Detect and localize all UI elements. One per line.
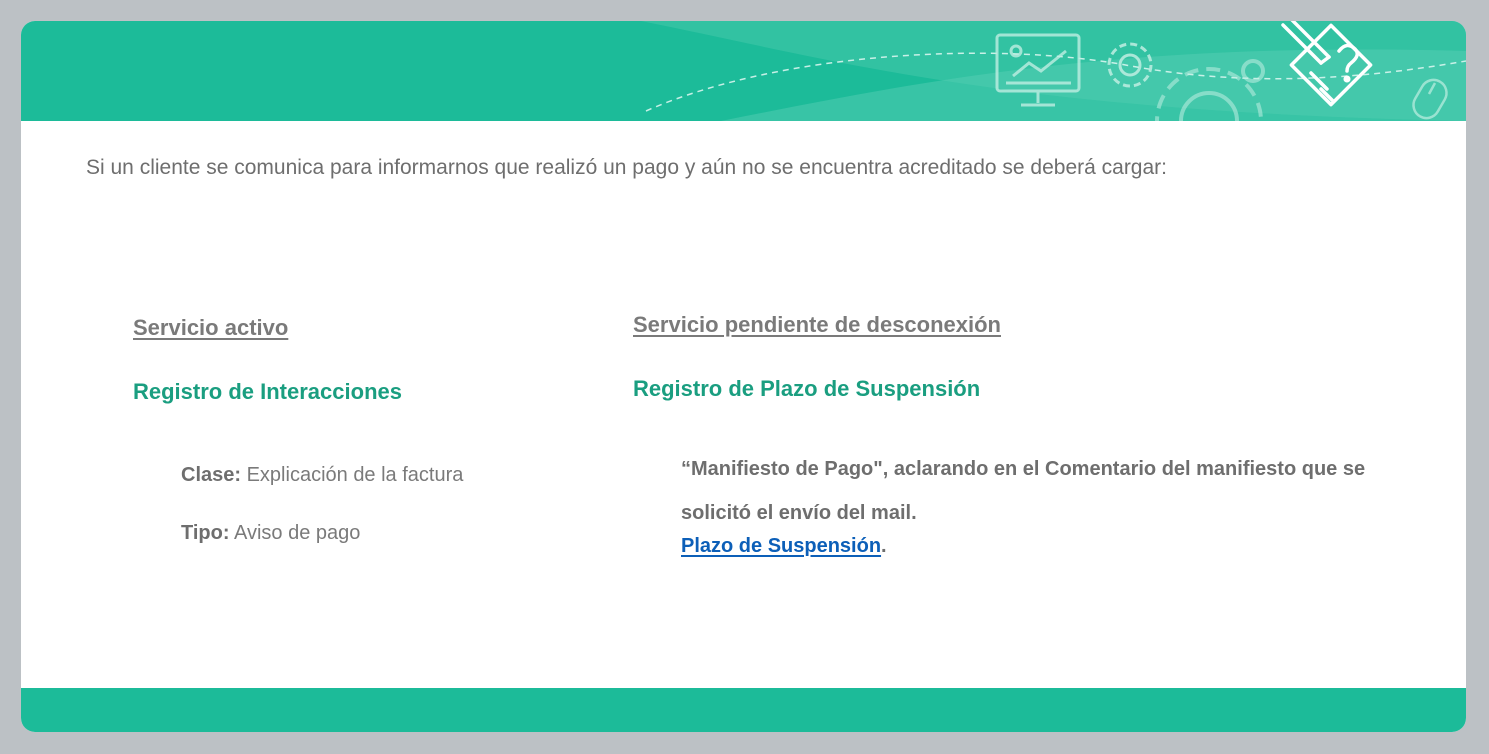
clase-label: Clase: [181, 464, 242, 486]
tipo-value: Aviso de pago [233, 522, 361, 544]
servicio-activo-heading: Servicio activo [133, 315, 289, 340]
clase-value: Explicación de la factura [246, 464, 464, 486]
servicio-pendiente-heading: Servicio pendiente de desconexión [633, 312, 1001, 337]
tipo-line: Tipo: Aviso de pago [181, 522, 360, 545]
header-decoration [641, 21, 1466, 121]
tipo-label: Tipo: [181, 522, 230, 544]
registro-plazo-suspension-title: Registro de Plazo de Suspensión [633, 376, 981, 401]
intro-text: Si un cliente se comunica para informarn… [86, 156, 1167, 179]
plazo-suspension-link[interactable]: Plazo de Suspensión [681, 535, 881, 557]
plazo-suspension-link-line: Plazo de Suspensión. [681, 535, 887, 558]
manifest-text: “Manifiesto de Pago", aclarando en el Co… [681, 458, 1366, 524]
footer-band [21, 688, 1466, 732]
registro-interacciones-title: Registro de Interacciones [133, 379, 402, 404]
slide-card: Si un cliente se comunica para informarn… [21, 21, 1466, 732]
header-band [21, 21, 1466, 121]
clase-line: Clase: Explicación de la factura [181, 464, 463, 487]
link-suffix: . [881, 535, 887, 557]
